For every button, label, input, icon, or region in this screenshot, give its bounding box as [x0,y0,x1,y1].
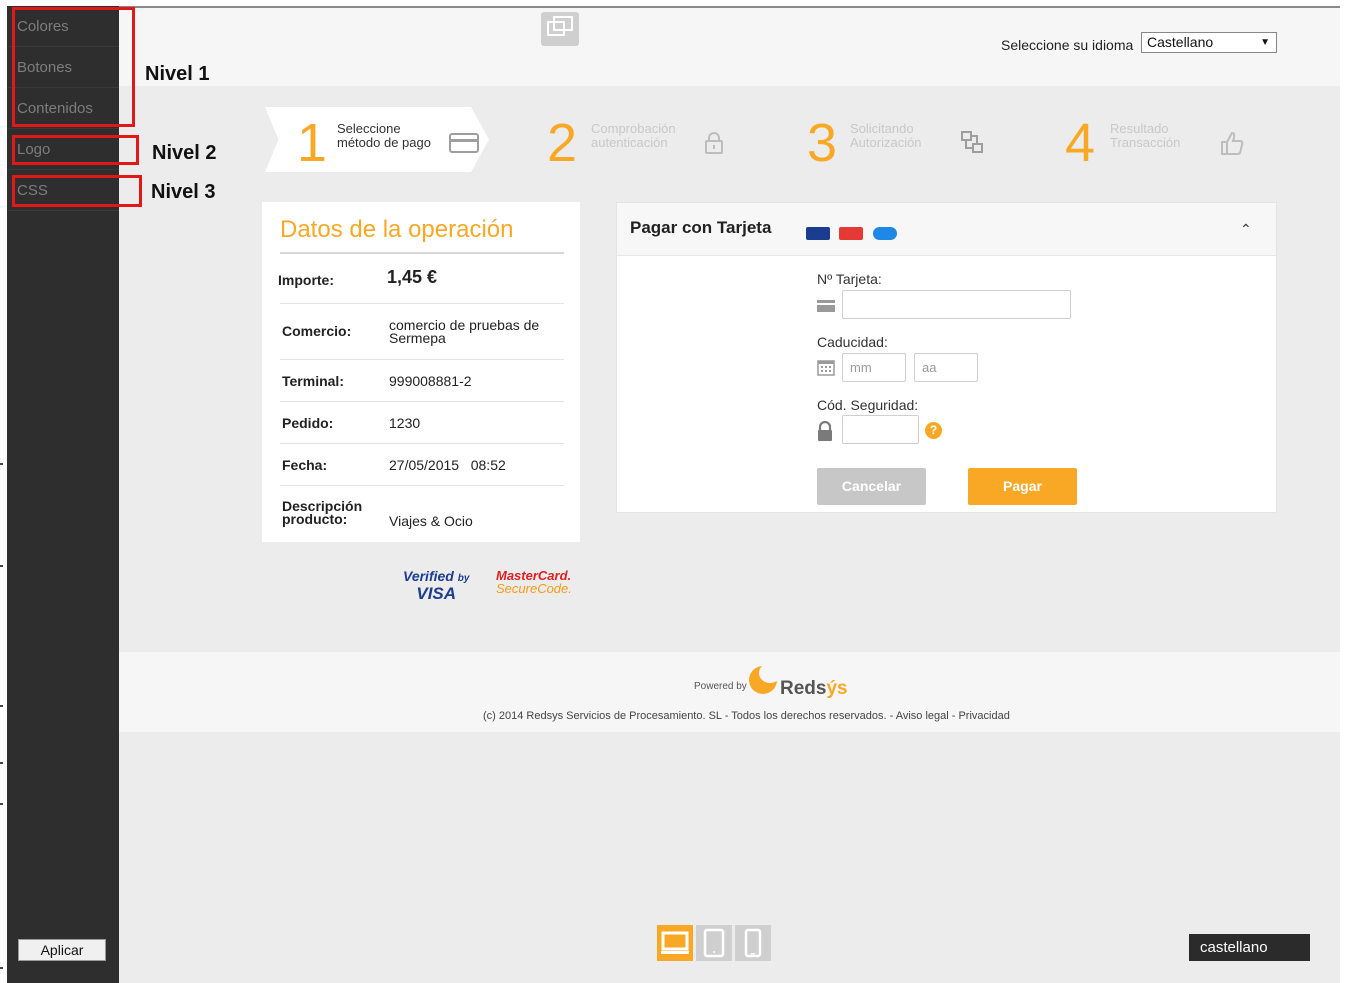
divider [280,485,564,486]
powered-by-label: Powered by [694,681,747,692]
step-3-number: 3 [807,113,838,173]
operation-data-title: Datos de la operación [280,216,514,243]
step-2-label: Comprobación autenticación [591,121,676,150]
expiry-label: Caducidad: [817,334,888,350]
date-value: 27/05/2015 08:52 [389,457,506,473]
divider [280,303,564,304]
order-label: Pedido: [282,415,334,431]
card-number-input[interactable] [842,290,1071,319]
step-1-label: Seleccione método de pago [337,121,431,150]
divider [280,401,564,402]
mobile-view-button[interactable] [735,925,771,961]
card-payment-title: Pagar con Tarjeta [630,218,772,237]
language-label: Seleccione su idioma [1001,37,1134,53]
collapse-icon[interactable]: ⌃ [1240,221,1252,238]
padlock-icon [817,420,833,446]
language-switcher[interactable]: castellano [1189,934,1310,961]
order-value: 1230 [389,415,421,431]
edge-tick [0,803,3,805]
apply-button[interactable]: Aplicar [18,939,106,961]
operation-data-panel: Datos de la operación Importe: 1,45 € Co… [262,202,580,542]
step-1-number: 1 [297,113,328,173]
edge-tick [0,463,3,465]
merchant-label: Comercio: [282,323,352,339]
description-label: Descripción producto: [282,498,363,527]
mastercard-icon [839,227,863,240]
dropdown-arrow-icon: ▼ [1260,37,1270,48]
divider [280,359,564,360]
maestro-icon [873,227,897,240]
date-label: Fecha: [282,457,328,473]
lock-icon [704,132,724,160]
terminal-label: Terminal: [282,373,344,389]
annotation-level-1: Nivel 1 [145,63,210,85]
annotation-box-level-3 [12,175,142,207]
redsys-logo-text: Redsýs [780,678,848,699]
security-code-label: Cód. Seguridad: [817,397,919,413]
pay-button[interactable]: Pagar [968,468,1077,505]
desktop-view-button[interactable] [657,925,693,961]
edge-tick [0,762,3,764]
expiry-year-input[interactable]: aa [914,353,978,382]
amount-value: 1,45 € [387,267,438,287]
merchant-value: comercio de pruebas de Sermepa [389,317,540,346]
footer: Powered by Redsýs (c) 2014 Redsys Servic… [119,652,1340,732]
description-value: Viajes & Ocio [389,513,473,529]
divider [280,252,564,254]
step-4-number: 4 [1065,113,1096,173]
amount-label: Importe: [278,272,334,288]
divider [280,443,564,444]
card-payment-header[interactable]: Pagar con Tarjeta ⌃ [617,203,1276,256]
header-bar: Seleccione su idioma Castellano ▼ [119,8,1340,86]
annotation-box-level-2 [12,135,139,165]
credit-card-icon [449,133,479,159]
cancel-button[interactable]: Cancelar [817,468,926,505]
security-code-input[interactable] [842,415,919,444]
thumbs-up-icon [1219,130,1245,162]
preview-area: Seleccione su idioma Castellano ▼ 1 Sele… [119,6,1346,983]
card-number-label: Nº Tarjeta: [817,271,882,287]
edge-tick [0,967,3,969]
connection-icon [960,130,984,160]
edge-tick [0,705,3,707]
language-select-value: Castellano [1147,34,1214,50]
step-2-number: 2 [547,113,578,173]
annotation-level-3: Nivel 3 [151,181,216,203]
visa-icon [806,227,830,240]
verified-by-visa-logo: Verified by VISA [403,568,470,603]
annotation-level-2: Nivel 2 [152,142,217,164]
redsys-logo-icon [749,663,781,694]
terminal-value: 999008881-2 [389,373,472,389]
step-3-label: Solicitando Autorización [850,121,922,150]
expiry-month-input[interactable]: mm [842,353,906,382]
edge-tick [0,565,3,567]
step-4-label: Resultado Transacción [1110,121,1181,150]
copyright-text: (c) 2014 Redsys Servicios de Procesamien… [483,710,1010,722]
language-select[interactable]: Castellano ▼ [1141,32,1277,53]
card-payment-panel: Pagar con Tarjeta ⌃ Nº Tarjeta: Caducida… [616,202,1277,513]
calendar-icon [817,359,835,381]
help-icon[interactable]: ? [925,422,942,439]
tablet-view-button[interactable] [696,925,732,961]
card-icon [817,299,835,317]
mastercard-securecode-logo: MasterCard. SecureCode. [496,568,572,596]
annotation-box-level-1 [12,7,135,127]
top-border [119,6,1340,8]
layout-toggle-icon[interactable] [541,12,579,46]
right-edge [1340,6,1346,983]
